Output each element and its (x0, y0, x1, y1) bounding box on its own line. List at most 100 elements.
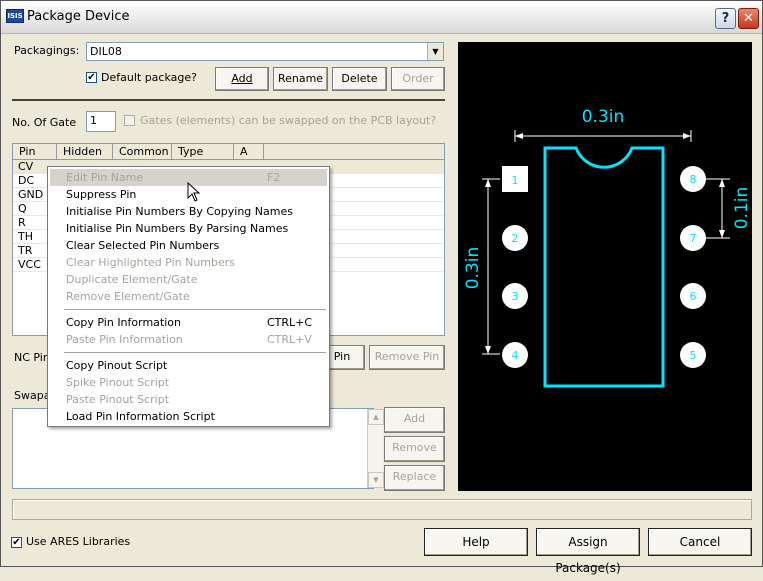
swap-remove-button[interactable]: Remove (384, 436, 445, 462)
pin-cell: VCC (18, 258, 41, 271)
pin-cell: TR (18, 244, 33, 257)
chevron-down-icon[interactable]: ▼ (427, 43, 443, 60)
menu-item-label: Paste Pinout Script (66, 393, 170, 406)
assign-packages-label: Assign Package(s) (555, 535, 621, 575)
menu-item-label: Edit Pin Name (66, 171, 144, 184)
gates-swap-checkbox[interactable] (124, 115, 135, 126)
menu-item-label: Clear Selected Pin Numbers (66, 239, 220, 252)
add-package-button[interactable]: Add (215, 67, 269, 91)
question-icon: ? (721, 11, 730, 26)
menu-item-load-pin-script[interactable]: Load Pin Information Script (50, 408, 327, 425)
menu-separator (64, 309, 326, 310)
swap-replace-button[interactable]: Replace (384, 465, 445, 491)
gates-swap-label: Gates (elements) can be swapped on the P… (140, 114, 437, 127)
menu-item-label: Duplicate Element/Gate (66, 273, 198, 286)
menu-item-spike-pinout-script[interactable]: Spike Pinout Script (50, 374, 327, 391)
pin-cell: TH (18, 230, 33, 243)
packagings-label: Packagings: (14, 44, 80, 57)
rename-package-label: Rename (277, 72, 324, 85)
context-menu: Edit Pin Name F2 Suppress Pin Initialise … (47, 166, 330, 427)
remove-nc-pin-label: Remove Pin (374, 350, 440, 363)
scroll-down-icon[interactable]: ▼ (368, 472, 384, 488)
scroll-up-icon[interactable]: ▲ (368, 409, 384, 425)
pin-cell: GND (18, 188, 44, 201)
menu-item-clear-selected[interactable]: Clear Selected Pin Numbers (50, 237, 327, 254)
close-button[interactable]: ✕ (738, 8, 759, 29)
swap-list-scrollbar[interactable]: ▲ ▼ (367, 409, 384, 488)
help-label: Help (462, 535, 490, 549)
divider (12, 99, 445, 102)
column-header-a[interactable]: A (234, 144, 264, 160)
order-package-label: Order (402, 72, 434, 85)
menu-item-paste-pin-info[interactable]: Paste Pin Information CTRL+V (50, 331, 327, 348)
menu-separator (64, 352, 326, 353)
use-ares-checkbox[interactable]: ✔ (11, 537, 22, 548)
pad-7-number: 7 (690, 232, 697, 245)
menu-item-remove-element[interactable]: Remove Element/Gate (50, 288, 327, 305)
menu-item-copy-pinout-script[interactable]: Copy Pinout Script (50, 357, 327, 374)
menu-item-duplicate-element[interactable]: Duplicate Element/Gate (50, 271, 327, 288)
window-title: Package Device (27, 9, 130, 24)
menu-item-init-copying[interactable]: Initialise Pin Numbers By Copying Names (50, 203, 327, 220)
app-icon: ISIS (6, 9, 24, 23)
packagings-select[interactable]: DIL08 ▼ (86, 42, 444, 61)
menu-item-label: Spike Pinout Script (66, 376, 170, 389)
use-ares-label: Use ARES Libraries (26, 535, 131, 548)
column-header-hidden[interactable]: Hidden (57, 144, 113, 160)
menu-item-paste-pinout-script[interactable]: Paste Pinout Script (50, 391, 327, 408)
default-package-checkbox[interactable]: ✔ (86, 72, 97, 83)
delete-package-label: Delete (341, 72, 378, 85)
menu-item-label: Remove Element/Gate (66, 290, 190, 303)
cancel-button[interactable]: Cancel (648, 528, 752, 556)
pad-6-number: 6 (690, 290, 697, 303)
delete-package-button[interactable]: Delete (332, 67, 387, 91)
package-device-dialog: ISIS Package Device ? ✕ Packagings: DIL0… (0, 0, 763, 575)
menu-item-copy-pin-info[interactable]: Copy Pin Information CTRL+C (50, 314, 327, 331)
help-title-button[interactable]: ? (715, 8, 736, 29)
menu-item-shortcut: F2 (267, 171, 281, 184)
menu-item-label: Copy Pin Information (66, 316, 181, 329)
gates-label: No. Of Gate (12, 116, 77, 129)
pin-cell: R (18, 216, 26, 229)
rename-package-button[interactable]: Rename (273, 67, 328, 91)
nc-pins-label: NC Pin (14, 351, 50, 364)
pad-5-number: 5 (690, 349, 697, 362)
status-bar (12, 499, 752, 520)
order-package-button[interactable]: Order (391, 67, 445, 91)
add-package-label: Add (231, 72, 253, 85)
pad-3-number: 3 (512, 290, 519, 303)
pad-1-number: 1 (512, 174, 519, 187)
menu-item-clear-highlighted[interactable]: Clear Highlighted Pin Numbers (50, 254, 327, 271)
menu-item-label: Copy Pinout Script (66, 359, 168, 372)
swap-replace-label: Replace (392, 470, 437, 483)
add-nc-pin-label: Pin (333, 350, 351, 363)
menu-item-label: Clear Highlighted Pin Numbers (66, 256, 236, 269)
menu-item-shortcut: CTRL+C (267, 316, 313, 329)
help-button[interactable]: Help (424, 528, 528, 556)
assign-packages-button[interactable]: Assign Package(s) (536, 528, 640, 575)
swap-add-button[interactable]: Add (384, 407, 445, 433)
column-header-blank (264, 144, 444, 160)
ic-outline (543, 146, 665, 388)
menu-item-init-parsing[interactable]: Initialise Pin Numbers By Parsing Names (50, 220, 327, 237)
pad-8-number: 8 (690, 173, 697, 186)
pitch-dimension: 0.1in (732, 187, 752, 230)
menu-item-label: Paste Pin Information (66, 333, 183, 346)
menu-item-label: Suppress Pin (66, 188, 137, 201)
cancel-label: Cancel (679, 535, 721, 549)
swap-remove-label: Remove (392, 441, 437, 454)
column-header-pin[interactable]: Pin (13, 144, 57, 160)
column-header-common[interactable]: Common (113, 144, 172, 160)
height-dimension: 0.3in (463, 247, 483, 290)
pad-2-number: 2 (512, 232, 519, 245)
default-package-label: Default package? (101, 71, 197, 84)
swap-label: Swapa (14, 389, 51, 402)
swap-add-label: Add (403, 412, 426, 425)
close-icon: ✕ (743, 11, 754, 26)
packagings-value: DIL08 (90, 45, 122, 58)
column-header-type[interactable]: Type (172, 144, 234, 160)
pin-cell: Q (18, 202, 27, 215)
gates-input[interactable]: 1 (86, 111, 116, 132)
remove-nc-pin-button[interactable]: Remove Pin (369, 345, 445, 370)
package-preview: 0.3in 0.3in 0.1in 1 2 3 4 8 7 6 5 (458, 42, 752, 491)
